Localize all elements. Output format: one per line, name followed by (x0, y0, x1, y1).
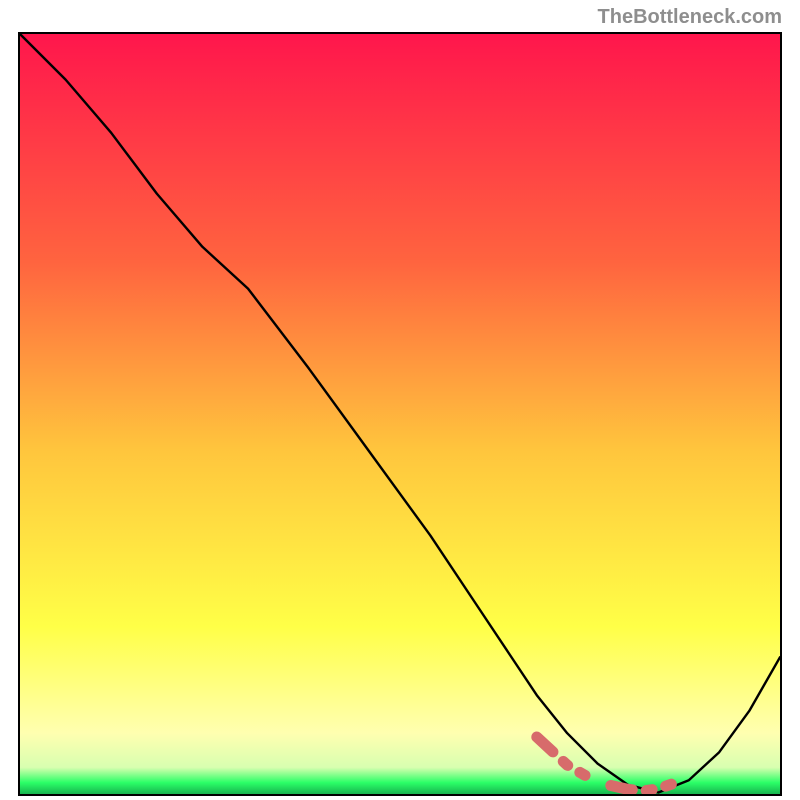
watermark-text: TheBottleneck.com (598, 6, 782, 29)
chart-svg (20, 34, 780, 794)
chart-frame (18, 32, 782, 796)
gradient-background (20, 34, 780, 794)
